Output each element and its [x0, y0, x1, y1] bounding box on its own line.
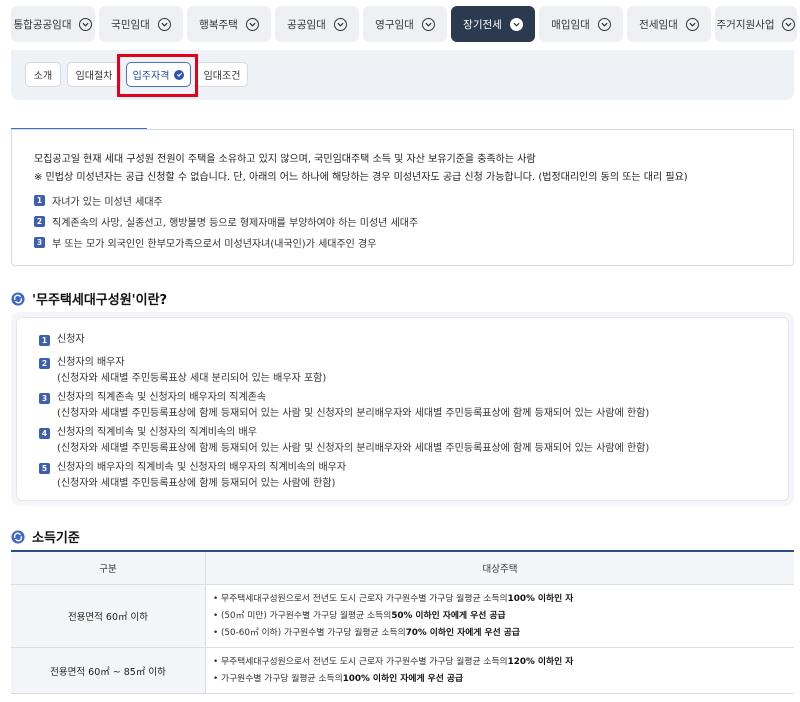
number-badge: 4: [39, 428, 50, 439]
income-heading: 소득기준: [11, 527, 80, 546]
chevron-down-icon: [333, 17, 347, 31]
tab-label: 매입임대: [551, 18, 590, 31]
list-item-text: 자녀가 있는 미성년 세대주: [52, 197, 163, 208]
tab-housing-support[interactable]: 주거지원사업: [715, 6, 797, 42]
eligibility-box: 모집공고일 현재 세대 구성원 전원이 주택을 소유하고 있지 않으며, 국민임…: [11, 129, 794, 266]
chevron-down-icon: [782, 17, 796, 31]
members-heading: '무주택세대구성원'이란?: [11, 289, 167, 308]
bullet-item: • 무주택세대구성원으로서 전년도 도시 근로자 가구원수별 가구당 월평균 소…: [213, 652, 794, 669]
refresh-icon: [11, 291, 25, 306]
section-title: 소득기준: [32, 531, 80, 546]
bullet-bold-text: 100% 이하인 자: [507, 594, 574, 604]
bullet-text: • 가구원수별 가구당 월평균 소득의: [213, 674, 343, 684]
tab-permanent-rental[interactable]: 영구임대: [363, 6, 447, 42]
row-content: • 무주택세대구성원으로서 전년도 도시 근로자 가구원수별 가구당 월평균 소…: [206, 648, 794, 693]
list-item: 3 신청자의 직계존속 및 신청자의 배우자의 직계존속 (신청자와 세대별 주…: [39, 390, 788, 425]
tab-label: 영구임대: [375, 18, 414, 31]
refresh-icon: [11, 529, 25, 544]
tab-label: 전세임대: [639, 18, 678, 31]
list-item: 4 신청자의 직계비속 및 신청자의 직계비속의 배우 (신청자와 세대별 주민…: [39, 425, 788, 460]
tab-label: 통합공공임대: [13, 18, 72, 31]
list-item: 1 자녀가 있는 미성년 세대주: [34, 190, 793, 211]
tab-label: 행복주택: [199, 18, 238, 31]
tab-purchase-rental[interactable]: 매입임대: [539, 6, 623, 42]
column-header: 구분: [11, 552, 206, 584]
number-badge: 3: [39, 393, 50, 404]
bullet-text: • 무주택세대구성원으로서 전년도 도시 근로자 가구원수별 가구당 월평균 소…: [213, 657, 508, 667]
table-row: 전용면적 60㎡ 이하 • 무주택세대구성원으로서 전년도 도시 근로자 가구원…: [11, 585, 794, 648]
chevron-down-icon: [685, 17, 699, 31]
list-item-text: 부 또는 모가 외국인인 한부모가족으로서 미성년자녀(내국인)가 세대주인 경…: [52, 239, 377, 250]
chevron-down-icon: [509, 17, 523, 31]
tab-label: 장기전세: [463, 18, 502, 31]
number-badge: 3: [34, 237, 45, 248]
tab-label: 국민임대: [111, 18, 150, 31]
top-tab-bar: 통합공공임대 국민임대 행복주택 공공임대 영구임대 장기전세 매입임대 전세임…: [0, 0, 800, 50]
eligibility-note: ※ 민법상 미성년자는 공급 신청할 수 없습니다. 단, 아래의 어느 하나에…: [34, 172, 688, 183]
list-item: 2 신청자의 배우자 (신청자와 세대별 주민등록표상 세대 분리되어 있는 배…: [39, 355, 788, 390]
list-item-text: 신청자의 배우자의 직계비속 및 신청자의 배우자의 직계비속의 배우자: [57, 462, 347, 473]
tab-integrated-public-rental[interactable]: 통합공공임대: [11, 6, 95, 42]
list-item-text: 신청자: [57, 334, 85, 345]
bullet-item: • (50-60㎡ 이하) 가구원수별 가구당 월평균 소득의 70% 이하인 …: [213, 623, 794, 640]
number-badge: 1: [39, 335, 50, 346]
tab-public-rental[interactable]: 공공임대: [275, 6, 359, 42]
row-content: • 무주택세대구성원으로서 전년도 도시 근로자 가구원수별 가구당 월평균 소…: [206, 585, 794, 647]
members-list: 1 신청자 2 신청자의 배우자 (신청자와 세대별 주민등록표상 세대 분리되…: [16, 317, 789, 501]
number-badge: 5: [39, 463, 50, 474]
income-table: 구분 대상주택 전용면적 60㎡ 이하 • 무주택세대구성원으로서 전년도 도시…: [11, 550, 794, 694]
subtab-intro[interactable]: 소개: [25, 62, 61, 87]
chevron-down-icon: [245, 17, 259, 31]
eligibility-lead: 모집공고일 현재 세대 구성원 전원이 주택을 소유하고 있지 않으며, 국민임…: [34, 154, 536, 165]
bullet-bold-text: 70% 이하인 자에게 우선 공급: [405, 628, 520, 638]
table-row: 전용면적 60㎡ ~ 85㎡ 이하 • 무주택세대구성원으로서 전년도 도시 근…: [11, 648, 794, 694]
bullet-text: • (50-60㎡ 이하) 가구원수별 가구당 월평균 소득의: [213, 628, 406, 638]
chevron-down-icon: [157, 17, 171, 31]
subtab-label: 소개: [33, 71, 53, 82]
tab-national-rental[interactable]: 국민임대: [99, 6, 183, 42]
tab-label: 주거지원사업: [716, 18, 775, 31]
list-item-text: 직계존속의 사망, 실종선고, 행방불명 등으로 형제자매를 부양하여야 하는 …: [52, 218, 419, 229]
bullet-item: • (50㎡ 미만) 가구원수별 가구당 월평균 소득의 50% 이하인 자에게…: [213, 606, 794, 623]
list-item-subtext: (신청자와 세대별 주민등록표상에 함께 등재되어 있는 사람 및 신청자의 분…: [57, 408, 650, 419]
list-item: 1 신청자: [39, 332, 788, 355]
list-item: 2 직계존속의 사망, 실종선고, 행방불명 등으로 형제자매를 부양하여야 하…: [34, 211, 793, 232]
subtab-label: 임대조건: [203, 71, 241, 82]
bullet-item: • 가구원수별 가구당 월평균 소득의 100% 이하인 자에게 우선 공급: [213, 669, 794, 686]
list-item-subtext: (신청자와 세대별 주민등록표상 세대 분리되어 있는 배우자 포함): [57, 373, 327, 384]
bullet-bold-text: 50% 이하인 자에게 우선 공급: [391, 611, 506, 621]
bullet-bold-text: 100% 이하인 자에게 우선 공급: [342, 674, 464, 684]
chevron-down-icon: [421, 17, 435, 31]
subtab-rental-procedure[interactable]: 임대절차: [67, 62, 121, 87]
row-category: 전용면적 60㎡ ~ 85㎡ 이하: [11, 648, 206, 693]
list-item: 5 신청자의 배우자의 직계비속 및 신청자의 배우자의 직계비속의 배우자 (…: [39, 460, 788, 495]
list-item-text: 신청자의 배우자: [57, 357, 125, 368]
number-badge: 2: [39, 358, 50, 369]
list-item-text: 신청자의 직계존속 및 신청자의 배우자의 직계존속: [57, 392, 267, 403]
tab-long-term-jeonse[interactable]: 장기전세: [451, 6, 535, 42]
list-item-text: 신청자의 직계비속 및 신청자의 직계비속의 배우: [57, 427, 257, 438]
bullet-text: • 무주택세대구성원으로서 전년도 도시 근로자 가구원수별 가구당 월평균 소…: [213, 594, 508, 604]
chevron-down-icon: [79, 17, 93, 31]
number-badge: 1: [34, 195, 45, 206]
column-header: 대상주택: [482, 564, 518, 575]
row-category: 전용면적 60㎡ 이하: [11, 585, 206, 647]
number-badge: 2: [34, 216, 45, 227]
tab-happy-housing[interactable]: 행복주택: [187, 6, 271, 42]
chevron-down-icon: [597, 17, 611, 31]
highlight-box: [117, 54, 198, 97]
section-title: '무주택세대구성원'이란?: [32, 293, 168, 308]
list-item-subtext: (신청자와 세대별 주민등록표상에 함께 등재되어 있는 사람 및 신청자의 분…: [57, 443, 650, 454]
subtab-label: 임대절차: [75, 71, 113, 82]
members-box: 1 신청자 2 신청자의 배우자 (신청자와 세대별 주민등록표상 세대 분리되…: [11, 312, 794, 506]
table-header: 구분 대상주택: [11, 552, 794, 585]
tab-label: 공공임대: [287, 18, 326, 31]
list-item: 3 부 또는 모가 외국인인 한부모가족으로서 미성년자녀(내국인)가 세대주인…: [34, 232, 793, 253]
bullet-text: • (50㎡ 미만) 가구원수별 가구당 월평균 소득의: [213, 611, 392, 621]
tab-jeonse-rental[interactable]: 전세임대: [627, 6, 711, 42]
bullet-item: • 무주택세대구성원으로서 전년도 도시 근로자 가구원수별 가구당 월평균 소…: [213, 589, 794, 606]
subtab-rental-conditions[interactable]: 임대조건: [196, 62, 248, 87]
bullet-bold-text: 120% 이하인 자: [507, 657, 574, 667]
list-item-subtext: (신청자와 세대별 주민등록표상에 함께 등재되어 있는 사람에 한함): [57, 478, 336, 489]
